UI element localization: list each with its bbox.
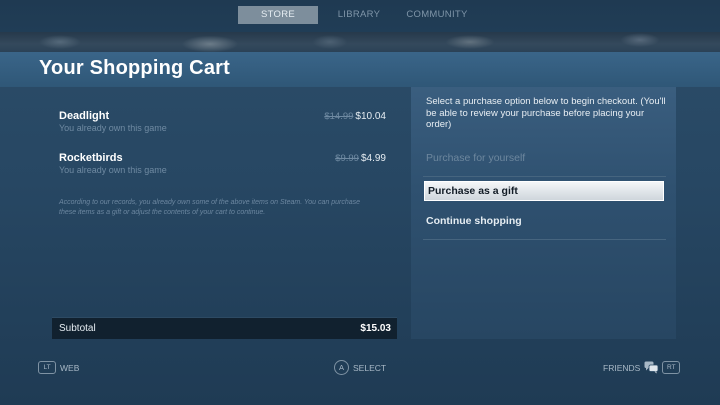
subtotal-value: $15.03 xyxy=(360,323,391,334)
cart-item[interactable]: Deadlight You already own this game $14.… xyxy=(59,110,386,152)
item-name: Rocketbirds xyxy=(59,152,123,164)
select-label: SELECT xyxy=(353,362,387,373)
tab-library[interactable]: LIBRARY xyxy=(318,6,400,24)
cart-item[interactable]: Rocketbirds You already own this game $9… xyxy=(59,152,386,194)
item-note: You already own this game xyxy=(59,123,167,133)
item-note: You already own this game xyxy=(59,165,167,175)
item-old-price: $9.99 xyxy=(335,153,359,164)
continue-shopping-button[interactable]: Continue shopping xyxy=(423,210,666,240)
checkout-panel: Select a purchase option below to begin … xyxy=(411,87,676,339)
top-nav: STORE LIBRARY COMMUNITY xyxy=(0,0,720,32)
page-title: Your Shopping Cart xyxy=(39,57,230,79)
subtotal-label: Subtotal xyxy=(59,323,96,334)
item-old-price: $14.99 xyxy=(324,111,354,122)
ownership-notice: According to our records, you already ow… xyxy=(59,199,361,216)
subtotal-bar: Subtotal $15.03 xyxy=(52,317,397,339)
lt-button-icon: LT xyxy=(38,361,56,374)
divider xyxy=(423,176,666,177)
nav-tabs: STORE LIBRARY COMMUNITY xyxy=(238,6,474,24)
friends-label: FRIENDS xyxy=(603,362,641,373)
tab-community[interactable]: COMMUNITY xyxy=(400,6,474,24)
a-button-icon: A xyxy=(334,360,349,375)
item-new-price: $4.99 xyxy=(360,153,386,164)
friends-button[interactable]: FRIENDS RT xyxy=(603,361,684,374)
chat-icon xyxy=(644,361,659,374)
cart-list: Deadlight You already own this game $14.… xyxy=(59,110,386,194)
checkout-info: Select a purchase option below to begin … xyxy=(426,96,666,130)
purchase-as-gift-label: Purchase as a gift xyxy=(428,185,518,197)
item-price: $14.99 $10.04 xyxy=(324,111,386,122)
item-name: Deadlight xyxy=(59,110,110,122)
purchase-for-yourself-button[interactable]: Purchase for yourself xyxy=(423,147,666,177)
continue-shopping-label: Continue shopping xyxy=(426,215,522,227)
purchase-as-gift-button[interactable]: Purchase as a gift xyxy=(424,181,664,201)
item-new-price: $10.04 xyxy=(355,111,386,122)
web-label: WEB xyxy=(60,362,80,373)
page-header: Your Shopping Cart xyxy=(0,52,720,87)
purchase-for-yourself-label: Purchase for yourself xyxy=(426,152,526,164)
divider xyxy=(423,239,666,240)
select-button[interactable]: A SELECT xyxy=(334,360,386,375)
rt-button-icon: RT xyxy=(662,361,681,374)
banner-image xyxy=(0,32,720,52)
tab-store[interactable]: STORE xyxy=(238,6,318,24)
web-button[interactable]: LT WEB xyxy=(38,361,79,374)
item-price: $9.99 $4.99 xyxy=(335,153,386,164)
